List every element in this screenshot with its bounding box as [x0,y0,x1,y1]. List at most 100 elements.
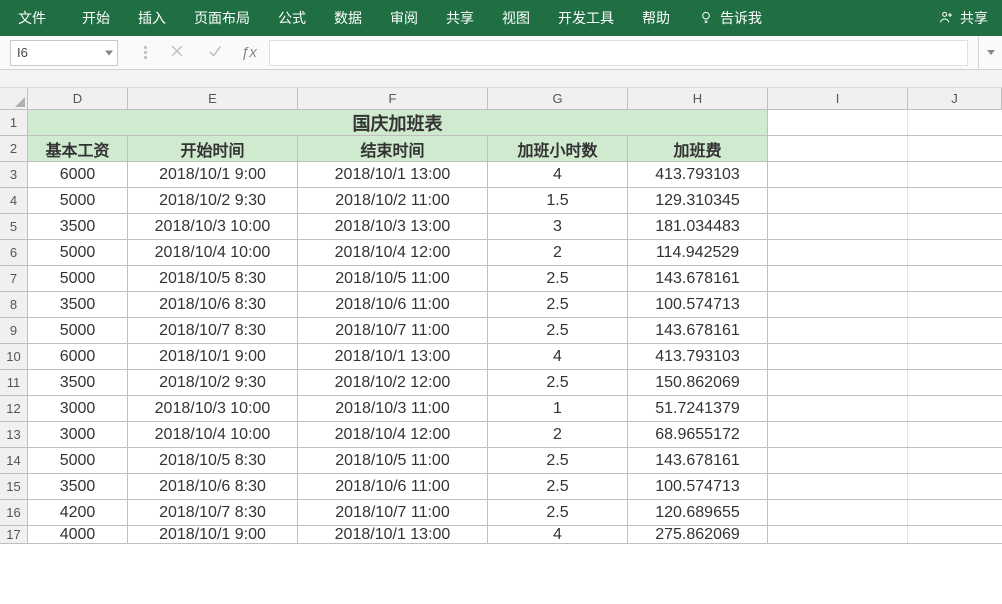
cell[interactable]: 结束时间 [298,136,488,161]
cell[interactable]: 2018/10/6 11:00 [298,292,488,317]
cell[interactable]: 143.678161 [628,318,768,343]
cell[interactable]: 2 [488,240,628,265]
cell[interactable]: 5000 [28,318,128,343]
tab-data[interactable]: 数据 [320,0,376,36]
formula-expand[interactable] [978,36,1002,70]
cell[interactable]: 2018/10/2 12:00 [298,370,488,395]
cell[interactable]: 51.7241379 [628,396,768,421]
cell[interactable] [768,500,908,525]
row-header[interactable]: 12 [0,396,28,421]
cell[interactable]: 6000 [28,162,128,187]
cell[interactable]: 3 [488,214,628,239]
cell[interactable] [908,110,1002,135]
tab-formulas[interactable]: 公式 [264,0,320,36]
cell[interactable]: 2018/10/3 10:00 [128,214,298,239]
cell[interactable]: 181.034483 [628,214,768,239]
cell[interactable] [908,292,1002,317]
cell[interactable]: 129.310345 [628,188,768,213]
cell[interactable]: 2018/10/1 13:00 [298,162,488,187]
cell[interactable]: 100.574713 [628,292,768,317]
tab-help[interactable]: 帮助 [628,0,684,36]
cell[interactable]: 2.5 [488,292,628,317]
tab-file[interactable]: 文件 [0,0,68,36]
tab-tell-me[interactable]: 告诉我 [684,0,776,36]
cell[interactable]: 4 [488,526,628,543]
cell[interactable]: 4200 [28,500,128,525]
cell[interactable]: 4 [488,344,628,369]
cell[interactable]: 1.5 [488,188,628,213]
cell[interactable]: 2018/10/6 8:30 [128,292,298,317]
cell[interactable] [908,344,1002,369]
row-header[interactable]: 8 [0,292,28,317]
cell[interactable]: 5000 [28,448,128,473]
row-header[interactable]: 9 [0,318,28,343]
cell[interactable]: 加班小时数 [488,136,628,161]
tab-share[interactable]: 共享 [432,0,488,36]
select-all-corner[interactable] [0,88,28,109]
cell[interactable]: 基本工资 [28,136,128,161]
cell[interactable]: 2.5 [488,474,628,499]
cell[interactable] [768,240,908,265]
cell[interactable] [908,240,1002,265]
cell[interactable] [768,318,908,343]
cell[interactable] [768,110,908,135]
cell[interactable]: 加班费 [628,136,768,161]
column-header-J[interactable]: J [908,88,1002,109]
column-header-H[interactable]: H [628,88,768,109]
cell[interactable]: 5000 [28,240,128,265]
row-header[interactable]: 17 [0,526,28,543]
tab-developer[interactable]: 开发工具 [544,0,628,36]
cell[interactable] [908,188,1002,213]
cell[interactable] [908,448,1002,473]
cell[interactable] [768,214,908,239]
cell[interactable]: 2018/10/5 8:30 [128,266,298,291]
cell[interactable]: 2018/10/1 9:00 [128,344,298,369]
cell[interactable] [908,396,1002,421]
cell[interactable]: 3500 [28,214,128,239]
cell[interactable]: 2018/10/6 8:30 [128,474,298,499]
cell[interactable] [908,136,1002,161]
cell[interactable]: 6000 [28,344,128,369]
cell[interactable] [908,474,1002,499]
cell[interactable]: 开始时间 [128,136,298,161]
row-header[interactable]: 11 [0,370,28,395]
cell[interactable]: 2018/10/6 11:00 [298,474,488,499]
row-header[interactable]: 5 [0,214,28,239]
cell[interactable] [768,396,908,421]
cell[interactable] [768,370,908,395]
cell[interactable]: 2018/10/7 11:00 [298,500,488,525]
cell[interactable]: 4 [488,162,628,187]
cell[interactable] [768,292,908,317]
cell[interactable]: 2018/10/4 12:00 [298,240,488,265]
cell[interactable] [768,266,908,291]
cell[interactable]: 2018/10/5 11:00 [298,266,488,291]
formula-input[interactable] [269,40,968,66]
row-header[interactable]: 2 [0,136,28,161]
cell[interactable]: 3500 [28,292,128,317]
row-header[interactable]: 4 [0,188,28,213]
cell[interactable] [768,188,908,213]
cell[interactable]: 413.793103 [628,162,768,187]
row-header[interactable]: 6 [0,240,28,265]
column-header-D[interactable]: D [28,88,128,109]
cell[interactable] [768,422,908,447]
cell[interactable]: 3500 [28,370,128,395]
cell[interactable]: 2.5 [488,266,628,291]
cell[interactable] [768,136,908,161]
cell[interactable] [908,500,1002,525]
cell[interactable]: 2.5 [488,370,628,395]
cell[interactable]: 2018/10/2 11:00 [298,188,488,213]
tab-view[interactable]: 视图 [488,0,544,36]
cancel-icon[interactable] [169,43,185,62]
cell[interactable]: 3500 [28,474,128,499]
cell[interactable]: 275.862069 [628,526,768,543]
cell[interactable]: 413.793103 [628,344,768,369]
cell[interactable]: 2018/10/4 10:00 [128,422,298,447]
title-cell[interactable]: 国庆加班表 [28,110,768,135]
cell[interactable]: 3000 [28,422,128,447]
cell[interactable]: 2018/10/3 10:00 [128,396,298,421]
cell[interactable]: 68.9655172 [628,422,768,447]
row-header[interactable]: 14 [0,448,28,473]
column-header-G[interactable]: G [488,88,628,109]
enter-icon[interactable] [207,43,223,62]
